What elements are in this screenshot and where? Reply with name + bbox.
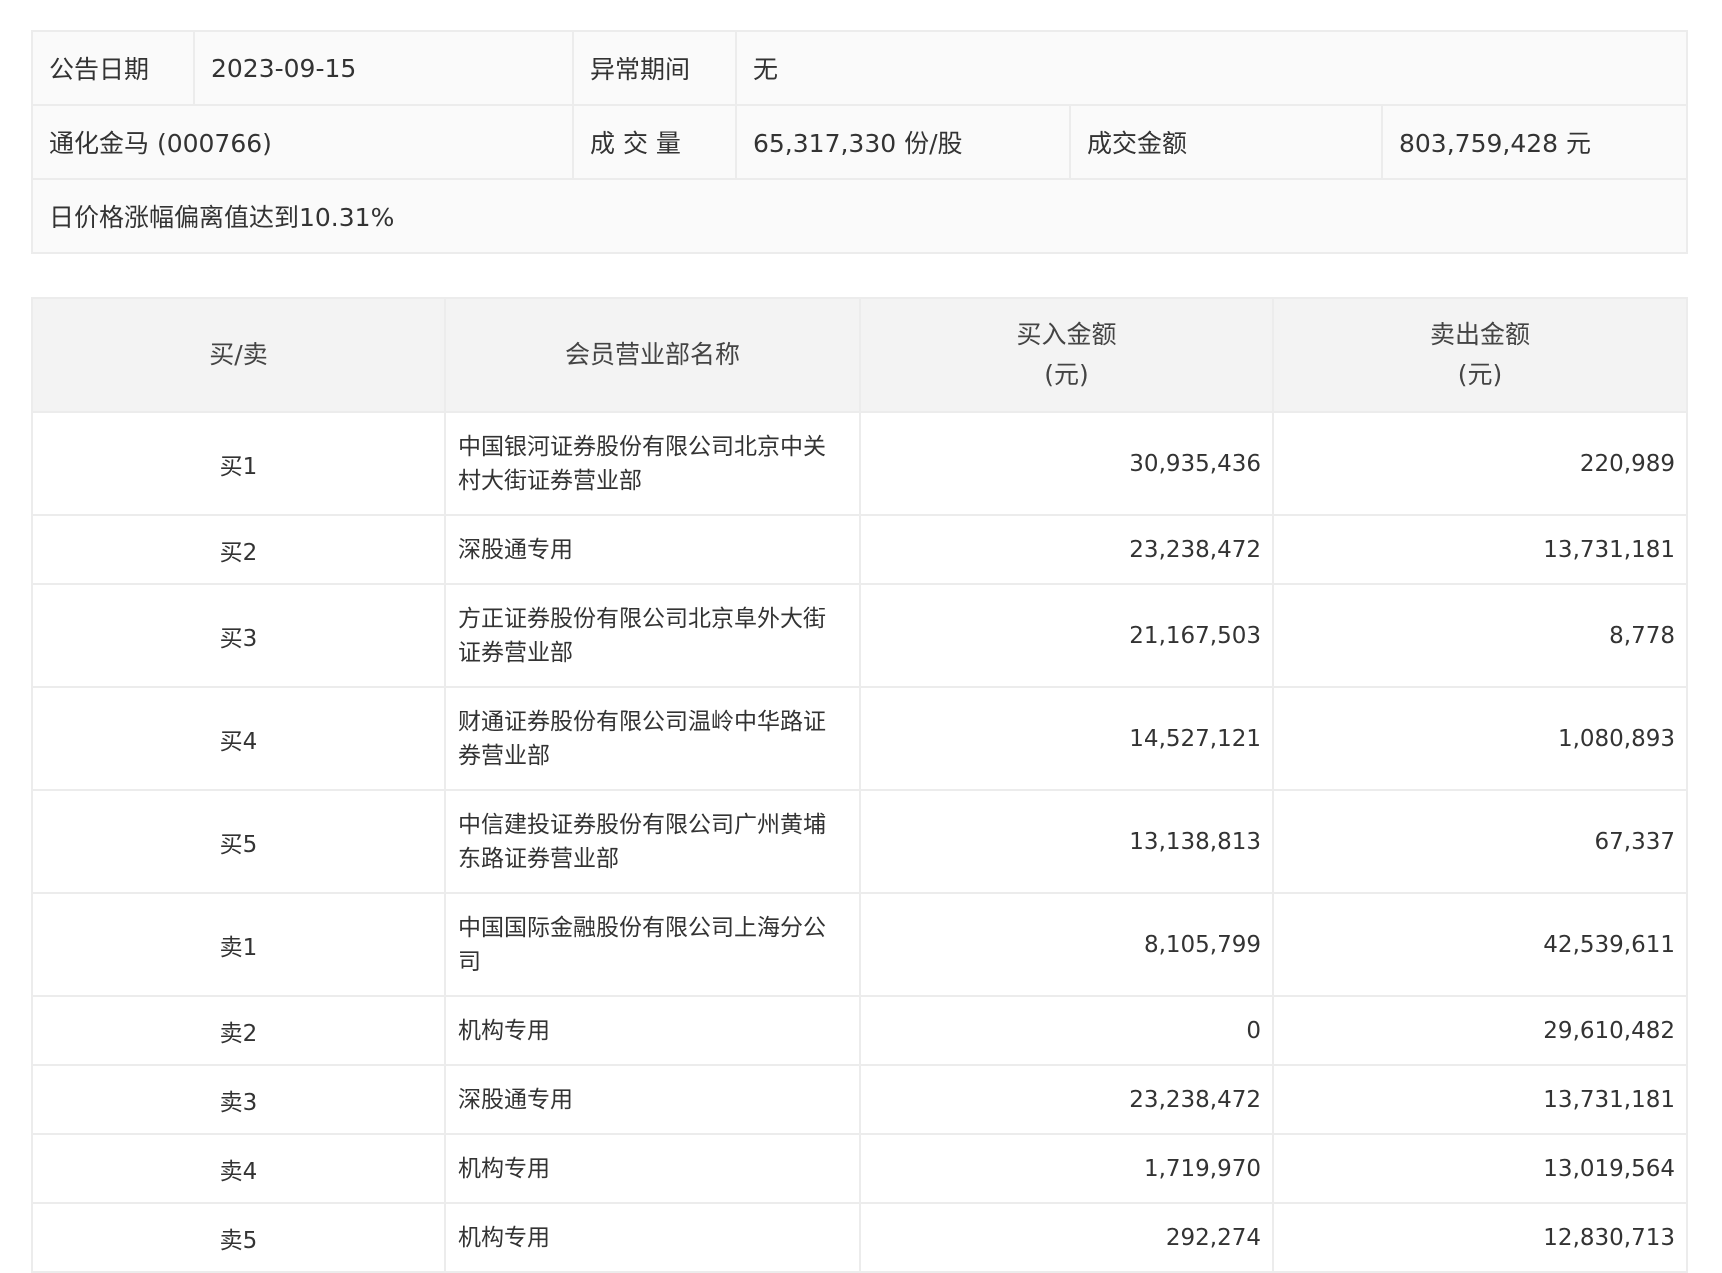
buy-amount-cell: 14,527,121	[859, 686, 1274, 791]
date-label: 公告日期	[31, 30, 195, 106]
buy-amount-cell: 292,274	[859, 1202, 1274, 1273]
side-cell: 买1	[31, 411, 446, 516]
header-buy-unit: (元)	[1044, 360, 1089, 389]
buy-amount-cell: 23,238,472	[859, 514, 1274, 585]
side-cell: 卖3	[31, 1064, 446, 1135]
side-cell: 卖2	[31, 995, 446, 1066]
period-label: 异常期间	[572, 30, 737, 106]
header-buy: 买入金额 (元)	[859, 297, 1274, 413]
info-row-reason: 日价格涨幅偏离值达到10.31%	[31, 178, 1688, 254]
side-cell: 卖4	[31, 1133, 446, 1204]
sell-amount-cell: 1,080,893	[1272, 686, 1688, 791]
trading-seats-table: 买/卖 会员营业部名称 买入金额 (元) 卖出金额 (元) 买1 中国银河证券股份有限…	[31, 297, 1688, 1273]
buy-amount-cell: 23,238,472	[859, 1064, 1274, 1135]
volume-value: 65,317,330 份/股	[735, 104, 1071, 180]
date-value: 2023-09-15	[193, 30, 574, 106]
member-name-cell: 机构专用	[444, 995, 861, 1066]
table-header-row: 买/卖 会员营业部名称 买入金额 (元) 卖出金额 (元)	[31, 297, 1688, 413]
table-row: 卖2 机构专用 0 29,610,482	[31, 995, 1688, 1066]
member-name-cell: 财通证券股份有限公司温岭中华路证券营业部	[444, 686, 861, 791]
table-row: 买4 财通证券股份有限公司温岭中华路证券营业部 14,527,121 1,080,89…	[31, 686, 1688, 791]
buy-amount-cell: 0	[859, 995, 1274, 1066]
info-row-volume: 通化金马 (000766) 成 交 量 65,317,330 份/股 成交金额 …	[31, 104, 1688, 180]
member-name-cell: 方正证券股份有限公司北京阜外大街证券营业部	[444, 583, 861, 688]
member-name-cell: 机构专用	[444, 1133, 861, 1204]
sell-amount-cell: 42,539,611	[1272, 892, 1688, 997]
stock-name: 通化金马 (000766)	[31, 104, 574, 180]
sell-amount-cell: 220,989	[1272, 411, 1688, 516]
table-row: 卖1 中国国际金融股份有限公司上海分公司 8,105,799 42,539,611	[31, 892, 1688, 997]
member-name-cell: 中国银河证券股份有限公司北京中关村大街证券营业部	[444, 411, 861, 516]
side-cell: 买3	[31, 583, 446, 688]
table-row: 买1 中国银河证券股份有限公司北京中关村大街证券营业部 30,935,436 220,…	[31, 411, 1688, 516]
header-sell: 卖出金额 (元)	[1272, 297, 1688, 413]
header-sell-label: 卖出金额	[1429, 320, 1530, 349]
buy-amount-cell: 21,167,503	[859, 583, 1274, 688]
side-cell: 卖5	[31, 1202, 446, 1273]
sell-amount-cell: 67,337	[1272, 789, 1688, 894]
info-row-date: 公告日期 2023-09-15 异常期间 无	[31, 30, 1688, 106]
buy-amount-cell: 13,138,813	[859, 789, 1274, 894]
member-name-cell: 深股通专用	[444, 1064, 861, 1135]
sell-amount-cell: 13,731,181	[1272, 514, 1688, 585]
sell-amount-cell: 8,778	[1272, 583, 1688, 688]
amount-label: 成交金额	[1069, 104, 1383, 180]
header-buy-label: 买入金额	[1016, 320, 1117, 349]
side-cell: 买4	[31, 686, 446, 791]
member-name-cell: 深股通专用	[444, 514, 861, 585]
volume-label: 成 交 量	[572, 104, 737, 180]
member-name-cell: 中国国际金融股份有限公司上海分公司	[444, 892, 861, 997]
table-row: 卖5 机构专用 292,274 12,830,713	[31, 1202, 1688, 1273]
table-row: 卖4 机构专用 1,719,970 13,019,564	[31, 1133, 1688, 1204]
header-side: 买/卖	[31, 297, 446, 413]
buy-amount-cell: 30,935,436	[859, 411, 1274, 516]
header-sell-unit: (元)	[1457, 360, 1503, 389]
member-name-cell: 中信建投证券股份有限公司广州黄埔东路证券营业部	[444, 789, 861, 894]
buy-amount-cell: 1,719,970	[859, 1133, 1274, 1204]
side-cell: 卖1	[31, 892, 446, 997]
sell-amount-cell: 29,610,482	[1272, 995, 1688, 1066]
side-cell: 买2	[31, 514, 446, 585]
table-row: 买5 中信建投证券股份有限公司广州黄埔东路证券营业部 13,138,813 67,33…	[31, 789, 1688, 894]
period-value: 无	[735, 30, 1688, 106]
sell-amount-cell: 13,019,564	[1272, 1133, 1688, 1204]
header-name: 会员营业部名称	[444, 297, 861, 413]
announcement-info-table: 公告日期 2023-09-15 异常期间 无 通化金马 (000766) 成 交…	[31, 30, 1688, 254]
table-row: 买3 方正证券股份有限公司北京阜外大街证券营业部 21,167,503 8,778	[31, 583, 1688, 688]
table-row: 买2 深股通专用 23,238,472 13,731,181	[31, 514, 1688, 585]
amount-value: 803,759,428 元	[1381, 104, 1688, 180]
reason-text: 日价格涨幅偏离值达到10.31%	[31, 178, 1688, 254]
sell-amount-cell: 12,830,713	[1272, 1202, 1688, 1273]
sell-amount-cell: 13,731,181	[1272, 1064, 1688, 1135]
table-row: 卖3 深股通专用 23,238,472 13,731,181	[31, 1064, 1688, 1135]
member-name-cell: 机构专用	[444, 1202, 861, 1273]
buy-amount-cell: 8,105,799	[859, 892, 1274, 997]
side-cell: 买5	[31, 789, 446, 894]
